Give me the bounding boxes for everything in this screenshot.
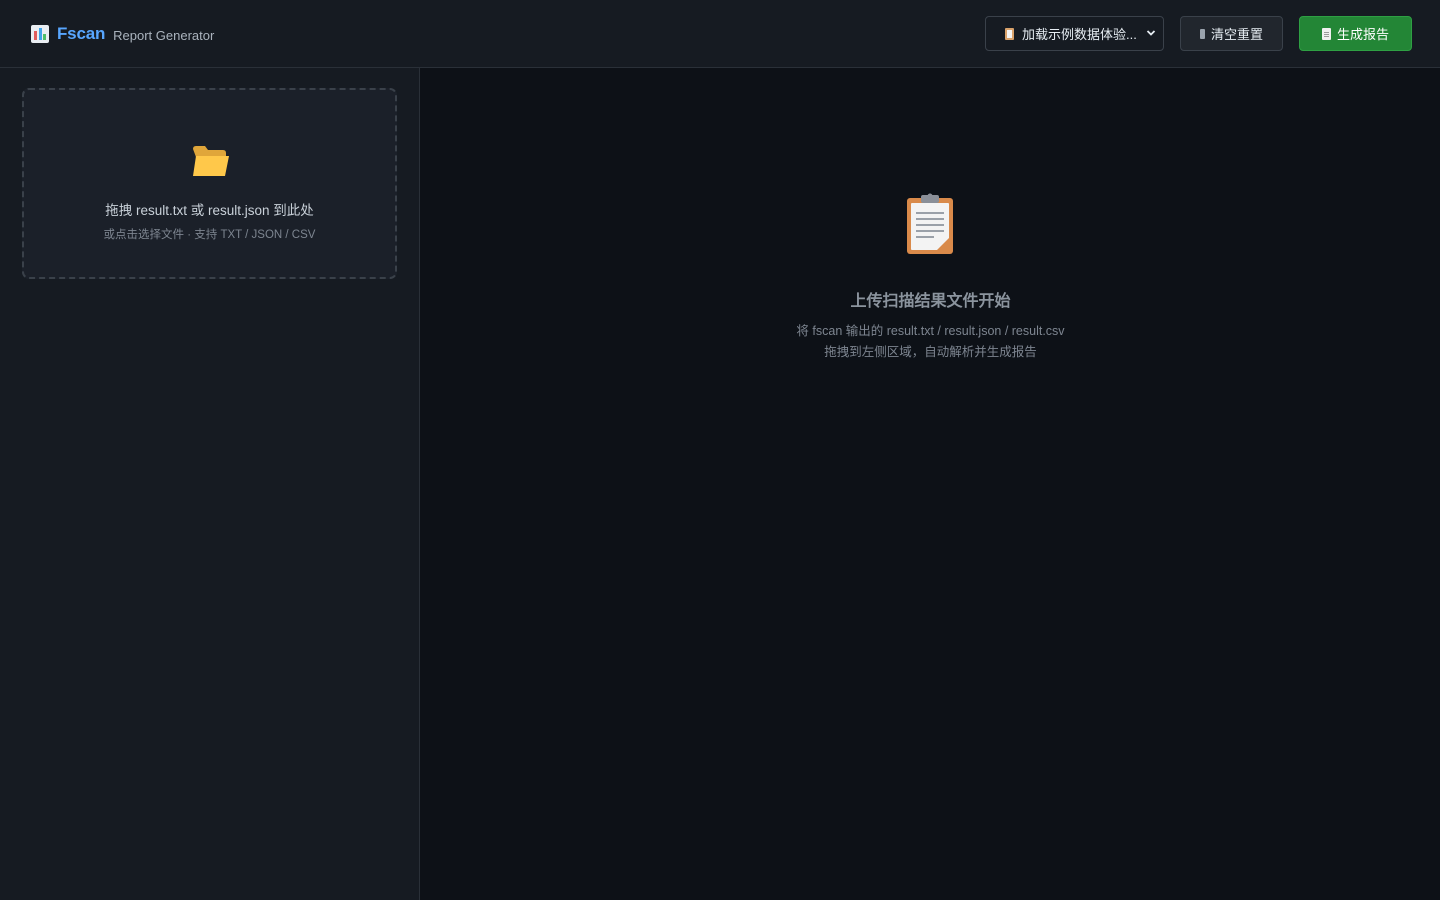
file-dropzone[interactable]: 拖拽 result.txt 或 result.json 到此处 或点击选择文件 … xyxy=(22,88,397,279)
sample-data-select[interactable]: 加载示例数据体验... xyxy=(985,16,1164,51)
brand: Fscan Report Generator xyxy=(31,24,214,44)
document-icon xyxy=(1321,27,1331,40)
generate-report-button[interactable]: 生成报告 xyxy=(1299,16,1412,51)
brand-subtitle: Report Generator xyxy=(113,27,215,43)
empty-state-title: 上传扫描结果文件开始 xyxy=(850,293,1011,310)
top-bar: Fscan Report Generator 加载示例数据体验... 清空重置 … xyxy=(0,0,1440,68)
empty-state-line-2: 拖拽到左侧区域，自动解析并生成报告 xyxy=(824,345,1037,359)
clipboard-icon xyxy=(907,193,953,254)
brand-name: Fscan xyxy=(57,24,106,43)
main-panel: 上传扫描结果文件开始 将 fscan 输出的 result.txt / resu… xyxy=(421,68,1440,900)
clear-reset-label: 清空重置 xyxy=(1210,27,1263,42)
trash-icon xyxy=(1199,28,1205,39)
dropzone-title: 拖拽 result.txt 或 result.json 到此处 xyxy=(105,203,314,218)
sample-data-select-label: 加载示例数据体验... xyxy=(1022,27,1137,42)
bar-chart-icon xyxy=(31,25,49,43)
folder-icon xyxy=(193,146,229,176)
sidebar: 拖拽 result.txt 或 result.json 到此处 或点击选择文件 … xyxy=(0,68,420,900)
clear-reset-button[interactable]: 清空重置 xyxy=(1180,16,1283,51)
chevron-down-icon xyxy=(1146,30,1156,36)
empty-state-line-1: 将 fscan 输出的 result.txt / result.json / r… xyxy=(796,324,1065,338)
dropzone-subtitle: 或点击选择文件 · 支持 TXT / JSON / CSV xyxy=(103,229,316,241)
clipboard-icon xyxy=(1005,27,1014,40)
generate-report-label: 生成报告 xyxy=(1336,27,1389,42)
